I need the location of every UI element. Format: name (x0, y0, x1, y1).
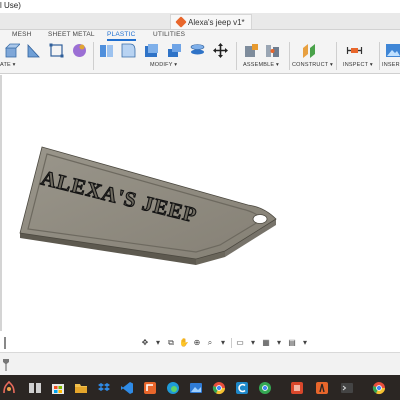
ribbon-divider (336, 42, 337, 70)
move-icon[interactable] (212, 42, 229, 59)
timeline-marker-icon[interactable] (3, 359, 9, 371)
nav-divider (231, 337, 232, 348)
ribbon-divider (93, 42, 94, 70)
terminal-icon[interactable] (340, 381, 354, 395)
dropbox-icon[interactable] (97, 381, 111, 395)
insert-menu[interactable]: INSER (382, 62, 400, 68)
zoom-icon[interactable]: ⊕ (192, 337, 202, 348)
tab-plastic[interactable]: PLASTIC (107, 31, 136, 41)
viewport-navigation-bar: ✥ ▾ ⧉ ✋ ⊕ ⌕ ▾ ▭ ▾ ▦ ▾ ▤ ▾ (0, 335, 400, 351)
measure-icon[interactable] (346, 42, 363, 59)
visual-studio-code-icon[interactable] (120, 381, 134, 395)
inspect-menu[interactable]: INSPECT ▾ (343, 62, 373, 68)
create-menu[interactable]: ATE ▾ (0, 62, 16, 68)
shell-icon[interactable] (143, 42, 160, 59)
ribbon-divider (379, 42, 380, 70)
edge-browser-icon[interactable] (166, 381, 180, 395)
window-title-fragment: l Use) (0, 1, 21, 10)
document-tab-row: Alexa's jeep v1* (0, 13, 400, 30)
viewports-icon[interactable]: ▤ (287, 337, 297, 348)
chrome-icon[interactable] (372, 381, 386, 395)
fusion-360-icon[interactable] (143, 381, 157, 395)
orbit-icon[interactable]: ✥ (140, 337, 150, 348)
microsoft-store-icon[interactable] (51, 381, 65, 395)
display-settings-icon[interactable]: ▭ (235, 337, 245, 348)
dropdown-arrow-icon[interactable]: ▾ (248, 337, 258, 348)
dropdown-arrow-icon[interactable]: ▾ (274, 337, 284, 348)
comments-toggle[interactable] (4, 337, 6, 349)
form-icon[interactable] (71, 42, 88, 59)
joint-icon[interactable] (264, 42, 281, 59)
task-view-icon[interactable] (28, 381, 42, 395)
dropdown-arrow-icon[interactable]: ▾ (218, 337, 228, 348)
window-title-bar: l Use) (0, 0, 400, 13)
assemble-menu[interactable]: ASSEMBLE ▾ (243, 62, 279, 68)
office-app-icon[interactable] (290, 381, 304, 395)
dropdown-arrow-icon[interactable]: ▾ (300, 337, 310, 348)
autodesk-launcher-icon[interactable] (315, 381, 329, 395)
browser-panel-edge[interactable] (0, 75, 2, 331)
offset-plane-icon[interactable] (301, 42, 318, 59)
dropdown-arrow-icon[interactable]: ▾ (153, 337, 163, 348)
fit-icon[interactable]: ⌕ (205, 337, 215, 348)
document-tab-label: Alexa's jeep v1* (188, 17, 245, 27)
fusion-document-icon (175, 16, 187, 28)
revolve-icon[interactable] (25, 42, 42, 59)
chrome-icon[interactable] (212, 381, 226, 395)
insert-image-icon[interactable] (385, 42, 400, 59)
photos-icon[interactable] (189, 381, 203, 395)
design-timeline[interactable] (0, 352, 400, 375)
grid-settings-icon[interactable]: ▦ (261, 337, 271, 348)
ai-assistant-icon[interactable] (2, 381, 16, 395)
pan-icon[interactable]: ✋ (179, 337, 189, 348)
tab-mesh[interactable]: MESH (12, 31, 32, 38)
construct-menu[interactable]: CONSTRUCT ▾ (292, 62, 333, 68)
keychain-tag-model[interactable]: ALEXA'S JEEP (16, 135, 286, 270)
modify-menu[interactable]: MODIFY ▾ (150, 62, 177, 68)
os-taskbar (0, 375, 400, 400)
new-component-icon[interactable] (243, 42, 260, 59)
file-explorer-icon[interactable] (74, 381, 88, 395)
combine-icon[interactable] (166, 42, 183, 59)
tab-utilities[interactable]: UTILITIES (153, 31, 185, 38)
tab-sheet-metal[interactable]: SHEET METAL (48, 31, 95, 38)
fillet-icon[interactable] (120, 42, 137, 59)
split-body-icon[interactable] (189, 42, 206, 59)
look-at-icon[interactable]: ⧉ (166, 337, 176, 348)
document-tab[interactable]: Alexa's jeep v1* (170, 14, 252, 29)
extrude-icon[interactable] (3, 42, 20, 59)
press-pull-icon[interactable] (98, 42, 115, 59)
cura-slicer-icon[interactable] (235, 381, 249, 395)
chrome-profile-icon[interactable] (258, 381, 272, 395)
ribbon-divider (236, 42, 237, 70)
sketch-rectangle-icon[interactable] (48, 42, 65, 59)
ribbon-toolbar: MESH SHEET METAL PLASTIC UTILITIES ATE ▾ (0, 30, 400, 74)
ribbon-divider (289, 42, 290, 70)
